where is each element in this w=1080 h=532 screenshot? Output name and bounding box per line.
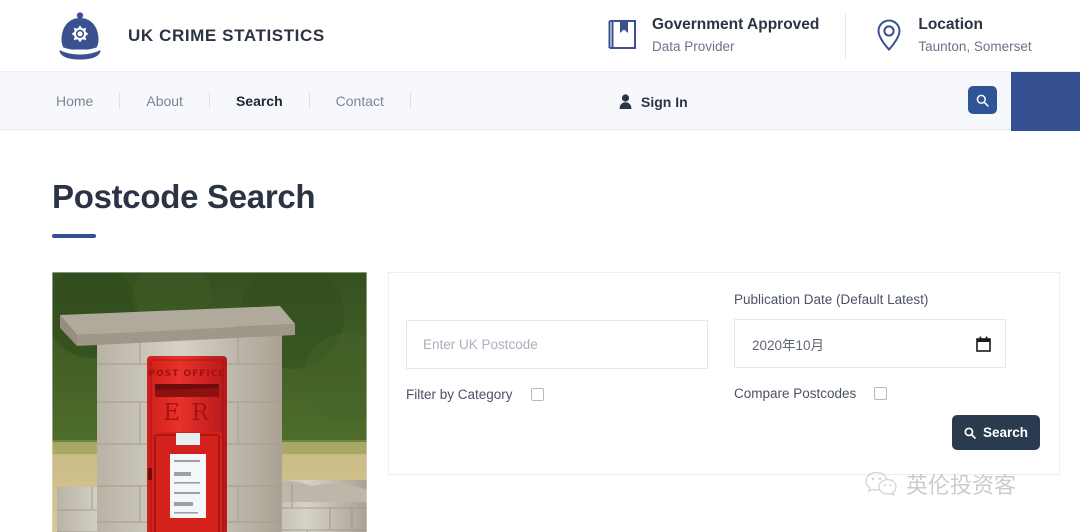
search-submit-button[interactable]: Search	[952, 415, 1040, 450]
sign-in-button[interactable]: Sign In	[619, 72, 688, 131]
compare-postcodes-row[interactable]: Compare Postcodes	[734, 386, 1006, 401]
search-icon	[976, 94, 989, 107]
nav-separator	[410, 92, 411, 109]
brand-title: UK CRIME STATISTICS	[128, 26, 325, 46]
map-pin-icon	[874, 18, 904, 52]
svg-text:POST OFFICE: POST OFFICE	[148, 369, 225, 379]
publication-date-value: 2020年10月	[752, 334, 976, 354]
brand[interactable]: UK CRIME STATISTICS	[52, 8, 325, 64]
badge-title: Government Approved	[652, 15, 819, 36]
nav-item-search[interactable]: Search	[210, 93, 309, 109]
nav-item-contact[interactable]: Contact	[310, 93, 410, 109]
user-icon	[619, 94, 632, 109]
svg-text:E R: E R	[163, 400, 210, 426]
compare-postcodes-label: Compare Postcodes	[734, 386, 856, 401]
filter-by-category-row[interactable]: Filter by Category	[406, 387, 708, 402]
search-form-right-column: Publication Date (Default Latest) 2020年1…	[734, 292, 1006, 401]
nav-item-home[interactable]: Home	[56, 93, 119, 109]
header-badges: Government Approved Data Provider Locati…	[608, 0, 1058, 71]
search-form-left-column: Filter by Category	[406, 320, 708, 402]
publication-date-label: Publication Date (Default Latest)	[734, 292, 1006, 307]
postbox-illustration: POST OFFICE E R	[52, 272, 367, 532]
compare-postcodes-checkbox[interactable]	[874, 387, 887, 400]
main-content: POST OFFICE E R Filter by Cat	[0, 238, 1080, 532]
postcode-input[interactable]	[406, 320, 708, 369]
government-approved-badge: Government Approved Data Provider	[608, 15, 845, 56]
badge-subtitle: Data Provider	[652, 38, 819, 56]
filter-by-category-label: Filter by Category	[406, 387, 513, 402]
location-badge: Location Taunton, Somerset	[846, 15, 1057, 56]
nav-links: Home About Search Contact	[56, 92, 411, 109]
nav-accent-block	[1011, 72, 1080, 131]
search-button-label: Search	[983, 425, 1028, 440]
main-navigation: Home About Search Contact Sign In	[0, 71, 1080, 130]
search-form-panel: Filter by Category Publication Date (Def…	[388, 272, 1060, 475]
bookmark-book-icon	[608, 18, 638, 52]
postbox-photo: POST OFFICE E R	[52, 272, 367, 532]
badge-title: Location	[918, 15, 1031, 36]
search-icon	[964, 427, 976, 439]
nav-search-button[interactable]	[968, 86, 997, 114]
badge-subtitle: Taunton, Somerset	[918, 38, 1031, 56]
filter-by-category-checkbox[interactable]	[531, 388, 544, 401]
publication-date-input[interactable]: 2020年10月	[734, 319, 1006, 368]
page-header: Postcode Search	[0, 130, 1080, 238]
calendar-icon[interactable]	[976, 336, 991, 352]
police-helmet-icon	[52, 8, 108, 64]
site-header: UK CRIME STATISTICS Government Approved …	[0, 0, 1080, 71]
page-title: Postcode Search	[52, 178, 1080, 216]
nav-item-about[interactable]: About	[120, 93, 209, 109]
sign-in-label: Sign In	[641, 94, 688, 110]
